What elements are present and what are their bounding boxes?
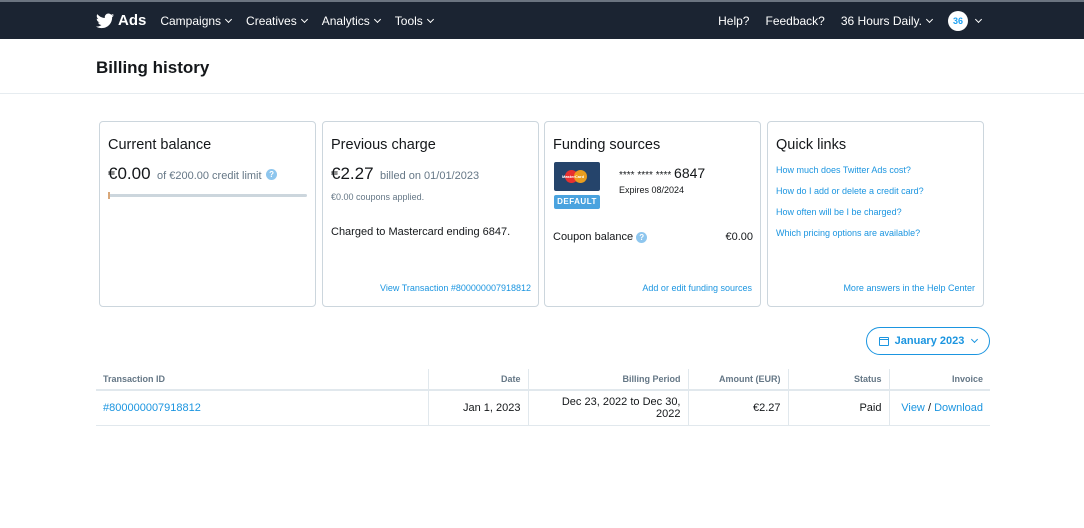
amount-cell: €2.27 bbox=[687, 390, 788, 426]
page-header: Billing history bbox=[0, 39, 1084, 94]
quick-links-card: Quick links How much does Twitter Ads co… bbox=[767, 121, 984, 307]
avatar-menu-chevron-icon[interactable] bbox=[974, 15, 983, 23]
invoice-cell: View / Download bbox=[888, 390, 990, 426]
invoice-view-link[interactable]: View bbox=[901, 402, 925, 414]
quick-link-charge-frequency[interactable]: How often will be I be charged? bbox=[776, 207, 902, 217]
help-icon[interactable]: ? bbox=[266, 169, 278, 181]
chevron-down-icon bbox=[426, 15, 434, 23]
quick-link-cost[interactable]: How much does Twitter Ads cost? bbox=[776, 165, 911, 175]
nav-menu-label: Campaigns bbox=[160, 13, 222, 28]
column-header-transaction-id: Transaction ID bbox=[96, 369, 428, 391]
status-cell: Paid bbox=[787, 390, 889, 426]
coupon-balance-label: Coupon balance bbox=[553, 231, 634, 243]
brand-logo[interactable]: Ads bbox=[96, 12, 146, 29]
billing-period-cell: Dec 23, 2022 to Dec 30, 2022 bbox=[527, 390, 688, 426]
previous-charge-card: Previous charge €2.27 billed on 01/01/20… bbox=[322, 121, 539, 307]
top-navigation-bar: Ads Campaigns Creatives Analytics Tools … bbox=[0, 0, 1084, 39]
card-number: **** **** **** 6847 bbox=[619, 165, 705, 181]
credit-usage-marker bbox=[108, 192, 110, 199]
table-row: #800000007918812 Jan 1, 2023 Dec 23, 202… bbox=[96, 390, 990, 426]
month-selector-label: January 2023 bbox=[894, 335, 965, 347]
column-header-billing-period: Billing Period bbox=[527, 369, 688, 391]
account-name: 36 Hours Daily. bbox=[840, 13, 922, 28]
nav-menu-tools[interactable]: Tools bbox=[394, 13, 434, 28]
chevron-down-icon bbox=[971, 335, 979, 344]
coupon-balance-value: €0.00 bbox=[725, 231, 753, 243]
card-title: Previous charge bbox=[331, 137, 436, 153]
help-link[interactable]: Help? bbox=[718, 14, 749, 28]
help-center-link[interactable]: More answers in the Help Center bbox=[843, 283, 975, 293]
quick-link-pricing-options[interactable]: Which pricing options are available? bbox=[776, 228, 920, 238]
card-title: Funding sources bbox=[553, 137, 661, 153]
card-title: Current balance bbox=[108, 137, 212, 153]
invoice-separator: / bbox=[927, 401, 932, 414]
charged-to-text: Charged to Mastercard ending 6847. bbox=[331, 226, 511, 238]
card-title: Quick links bbox=[776, 137, 847, 153]
nav-right-group: Help? Feedback? 36 Hours Daily. 36 bbox=[702, 2, 983, 39]
card-number-mask: **** **** **** bbox=[619, 170, 672, 181]
quick-link-credit-card[interactable]: How do I add or delete a credit card? bbox=[776, 186, 924, 196]
transaction-id-link[interactable]: #800000007918812 bbox=[103, 402, 201, 414]
card-brand-label: MasterCard bbox=[562, 174, 585, 179]
column-header-amount: Amount (EUR) bbox=[687, 369, 788, 391]
edit-funding-sources-link[interactable]: Add or edit funding sources bbox=[642, 283, 752, 293]
page-title: Billing history bbox=[96, 58, 210, 77]
mastercard-card-icon: MasterCard bbox=[554, 162, 600, 191]
card-expiry: Expires 08/2024 bbox=[619, 185, 685, 195]
view-transaction-link[interactable]: View Transaction #800000007918812 bbox=[380, 283, 531, 293]
charge-amount: €2.27 bbox=[331, 164, 374, 183]
credit-limit-text: of €200.00 credit limit bbox=[157, 170, 262, 182]
help-icon[interactable]: ? bbox=[636, 231, 648, 243]
nav-left-group: Ads Campaigns Creatives Analytics Tools bbox=[96, 2, 448, 39]
chevron-down-icon bbox=[225, 15, 233, 23]
funding-sources-card: Funding sources MasterCard DEFAULT **** … bbox=[544, 121, 761, 307]
balance-line: €0.00 of €200.00 credit limit ? bbox=[108, 164, 278, 184]
date-cell: Jan 1, 2023 bbox=[427, 390, 528, 426]
balance-amount: €0.00 bbox=[108, 164, 151, 183]
nav-menu-label: Analytics bbox=[321, 13, 370, 28]
chevron-down-icon bbox=[373, 15, 381, 23]
default-badge: DEFAULT bbox=[554, 195, 600, 209]
transactions-table: Transaction ID Date Billing Period Amoun… bbox=[96, 369, 990, 426]
account-switcher[interactable]: 36 Hours Daily. bbox=[840, 13, 934, 28]
nav-menu-campaigns[interactable]: Campaigns bbox=[160, 13, 233, 28]
transaction-id-cell: #800000007918812 bbox=[96, 390, 428, 426]
column-header-date: Date bbox=[427, 369, 528, 391]
coupons-applied-text: €0.00 coupons applied. bbox=[331, 192, 425, 202]
avatar[interactable]: 36 bbox=[948, 10, 968, 31]
calendar-icon bbox=[878, 336, 889, 346]
twitter-bird-icon bbox=[96, 13, 114, 28]
table-header-row: Transaction ID Date Billing Period Amoun… bbox=[96, 369, 990, 391]
card-last4: 6847 bbox=[674, 165, 706, 181]
credit-usage-bar bbox=[108, 192, 307, 199]
avatar-text: 36 bbox=[952, 15, 963, 26]
nav-menu-analytics[interactable]: Analytics bbox=[321, 13, 381, 28]
brand-text: Ads bbox=[118, 12, 147, 29]
invoice-download-link[interactable]: Download bbox=[934, 402, 983, 414]
chevron-down-icon bbox=[300, 15, 308, 23]
billed-date-text: billed on 01/01/2023 bbox=[380, 170, 480, 182]
coupon-balance-row: Coupon balance ? €0.00 bbox=[553, 231, 753, 243]
column-header-status: Status bbox=[787, 369, 889, 391]
nav-menu-label: Creatives bbox=[246, 13, 297, 28]
charge-line: €2.27 billed on 01/01/2023 bbox=[331, 164, 479, 184]
column-header-invoice: Invoice bbox=[888, 369, 990, 391]
nav-menu-creatives[interactable]: Creatives bbox=[246, 13, 308, 28]
nav-menu-label: Tools bbox=[394, 13, 423, 28]
current-balance-card: Current balance €0.00 of €200.00 credit … bbox=[99, 121, 316, 307]
month-selector-button[interactable]: January 2023 bbox=[866, 327, 990, 355]
feedback-link[interactable]: Feedback? bbox=[765, 14, 824, 28]
chevron-down-icon bbox=[925, 15, 934, 23]
